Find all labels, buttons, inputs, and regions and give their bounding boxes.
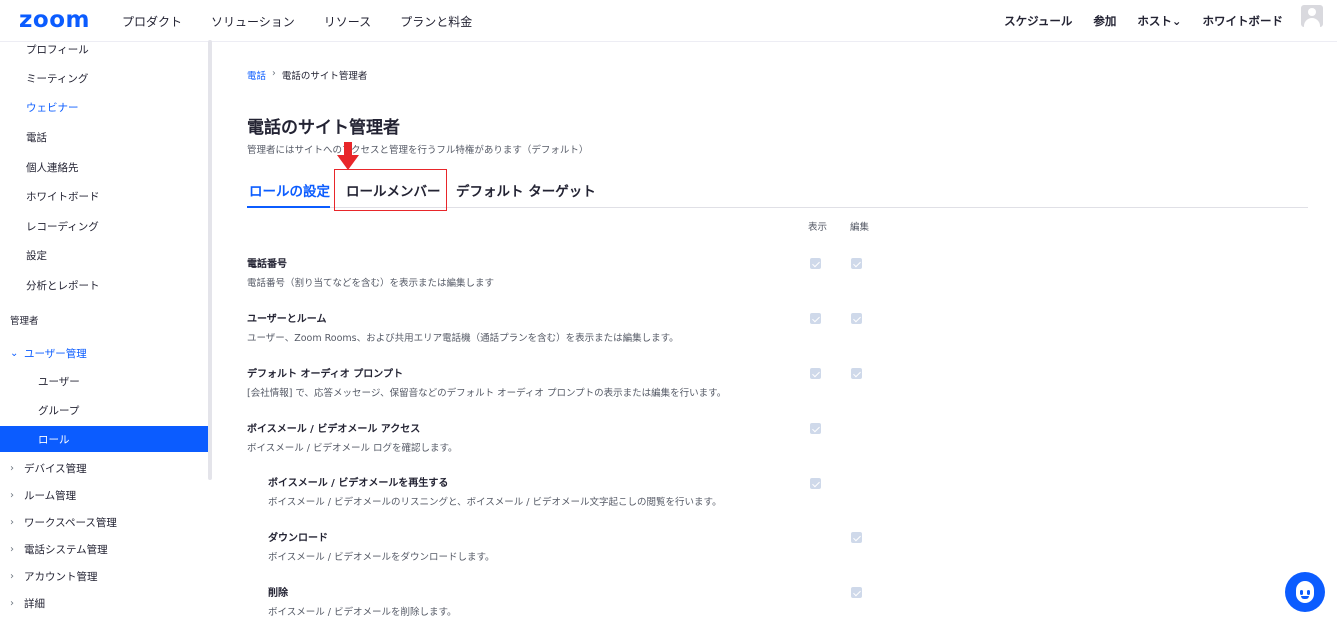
- nav-products[interactable]: プロダクト: [122, 13, 182, 30]
- tab-role-settings[interactable]: ロールの設定: [247, 180, 330, 208]
- help-chat-button[interactable]: [1285, 572, 1325, 612]
- breadcrumb-current: 電話のサイト管理者: [281, 71, 368, 82]
- sidebar-item-reports[interactable]: 分析とレポート: [0, 272, 209, 298]
- nav-pricing[interactable]: プランと料金: [400, 13, 472, 30]
- sidebar-group-workspaces[interactable]: › ワークスペース管理: [0, 509, 209, 535]
- sidebar-group-label: ユーザー管理: [24, 347, 87, 360]
- edit-checkbox[interactable]: [851, 258, 862, 269]
- avatar-head-shape: [1308, 8, 1316, 16]
- permission-description: [会社情報] で、応答メッセージ、保留音などのデフォルト オーディオ プロンプト…: [247, 388, 727, 399]
- breadcrumb-link-phone[interactable]: 電話: [247, 68, 266, 82]
- page-title: 電話のサイト管理者: [247, 118, 400, 138]
- nav-host[interactable]: ホスト⌄: [1137, 13, 1181, 29]
- column-header-edit: 編集: [850, 222, 870, 233]
- avatar[interactable]: [1301, 5, 1323, 27]
- view-checkbox[interactable]: [810, 258, 821, 269]
- sidebar: プロフィール ミーティング ウェビナー 電話 個人連絡先 ホワイトボード レコー…: [0, 42, 212, 619]
- sidebar-item-meetings[interactable]: ミーティング: [0, 65, 209, 91]
- chevron-down-icon: ⌄: [10, 347, 19, 359]
- bot-eye-shape: [1307, 590, 1310, 595]
- bot-mouth-shape: [1301, 596, 1309, 599]
- annotation-arrow-down-icon: [337, 142, 359, 170]
- permission-description: ボイスメール / ビデオメールをダウンロードします。: [268, 552, 495, 563]
- nav-right: スケジュール 参加 ホスト⌄ ホワイトボード: [983, 13, 1283, 29]
- chevron-right-icon: ›: [10, 516, 14, 528]
- permission-title: 電話番号: [247, 259, 287, 270]
- sidebar-group-advanced[interactable]: › 詳細: [0, 590, 209, 616]
- view-checkbox[interactable]: [810, 423, 821, 434]
- edit-checkbox[interactable]: [851, 587, 862, 598]
- permission-title: ダウンロード: [268, 533, 328, 544]
- sidebar-item-phone[interactable]: 電話: [0, 124, 209, 150]
- sidebar-scrollbar[interactable]: [208, 40, 212, 480]
- nav-whiteboard[interactable]: ホワイトボード: [1203, 13, 1284, 29]
- sidebar-section-admin: 管理者: [10, 316, 39, 327]
- breadcrumb: 電話 › 電話のサイト管理者: [247, 68, 367, 82]
- sidebar-group-label: 電話システム管理: [24, 543, 108, 556]
- sidebar-group-label: デバイス管理: [24, 462, 87, 475]
- view-checkbox[interactable]: [810, 368, 821, 379]
- breadcrumb-separator: ›: [272, 68, 276, 79]
- edit-checkbox[interactable]: [851, 368, 862, 379]
- edit-checkbox[interactable]: [851, 532, 862, 543]
- chevron-right-icon: ›: [10, 570, 14, 582]
- view-checkbox[interactable]: [810, 478, 821, 489]
- bot-eye-shape: [1300, 590, 1303, 595]
- view-checkbox[interactable]: [810, 313, 821, 324]
- permission-title: デフォルト オーディオ プロンプト: [247, 369, 403, 380]
- column-header-view: 表示: [808, 222, 828, 233]
- permission-title: ボイスメール / ビデオメールを再生する: [268, 478, 449, 489]
- permission-description: ボイスメール / ビデオメールのリスニングと、ボイスメール / ビデオメール文字…: [268, 497, 722, 508]
- sidebar-group-label: ルーム管理: [24, 489, 77, 502]
- chevron-right-icon: ›: [10, 543, 14, 555]
- sidebar-group-devices[interactable]: › デバイス管理: [0, 455, 209, 481]
- tab-default-target[interactable]: デフォルト ターゲット: [456, 180, 596, 200]
- permission-description: ユーザー、Zoom Rooms、および共用エリア電話機（通話プランを含む）を表示…: [247, 333, 679, 344]
- help-bot-icon: [1296, 581, 1314, 603]
- chevron-right-icon: ›: [10, 462, 14, 474]
- sidebar-group-rooms[interactable]: › ルーム管理: [0, 482, 209, 508]
- nav-left: プロダクト ソリューション リソース プランと料金: [122, 13, 501, 30]
- annotation-highlight-box: [334, 169, 447, 211]
- sidebar-group-account[interactable]: › アカウント管理: [0, 563, 209, 589]
- sidebar-group-label: ワークスペース管理: [24, 516, 117, 529]
- sidebar-group-label: アカウント管理: [24, 570, 98, 583]
- sidebar-item-profile[interactable]: プロフィール: [0, 36, 209, 62]
- zoom-logo[interactable]: zoom: [19, 7, 90, 33]
- sidebar-group-phone-system[interactable]: › 電話システム管理: [0, 536, 209, 562]
- nav-schedule[interactable]: スケジュール: [1004, 13, 1072, 29]
- sidebar-group-user-management[interactable]: ⌄ ユーザー管理: [0, 340, 209, 366]
- permission-description: ボイスメール / ビデオメールを削除します。: [268, 607, 457, 618]
- nav-resources[interactable]: リソース: [324, 13, 371, 30]
- sidebar-item-contacts[interactable]: 個人連絡先: [0, 154, 209, 180]
- permission-title: ボイスメール / ビデオメール アクセス: [247, 424, 421, 435]
- sidebar-group-label: 詳細: [24, 597, 45, 610]
- sidebar-item-whiteboard[interactable]: ホワイトボード: [0, 183, 209, 209]
- nav-join[interactable]: 参加: [1093, 13, 1116, 29]
- sidebar-item-users[interactable]: ユーザー: [0, 368, 209, 394]
- sidebar-item-recordings[interactable]: レコーディング: [0, 213, 209, 239]
- chevron-right-icon: ›: [10, 597, 14, 609]
- edit-checkbox[interactable]: [851, 313, 862, 324]
- permission-description: 電話番号（割り当てなどを含む）を表示または編集します: [247, 278, 495, 289]
- permission-description: ボイスメール / ビデオメール ログを確認します。: [247, 443, 458, 454]
- nav-solutions[interactable]: ソリューション: [211, 13, 295, 30]
- sidebar-item-groups[interactable]: グループ: [0, 397, 209, 423]
- sidebar-item-roles[interactable]: ロール: [0, 426, 209, 452]
- permission-title: 削除: [268, 588, 288, 599]
- avatar-body-shape: [1304, 18, 1320, 27]
- sidebar-item-webinars[interactable]: ウェビナー: [0, 94, 209, 120]
- chevron-right-icon: ›: [10, 489, 14, 501]
- permission-title: ユーザーとルーム: [247, 314, 327, 325]
- page-subtitle: 管理者にはサイトへのアクセスと管理を行うフル特権があります（デフォルト）: [247, 145, 589, 156]
- sidebar-item-settings[interactable]: 設定: [0, 242, 209, 268]
